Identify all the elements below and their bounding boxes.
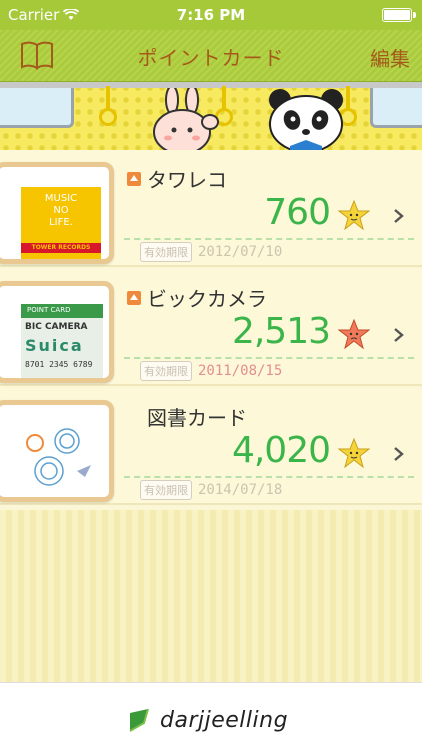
page-title: ポイントカード	[137, 46, 285, 70]
battery-icon	[382, 8, 416, 22]
expiry-info: 有効期限 2012/07/10	[140, 242, 282, 262]
card-name: ビックカメラ	[147, 287, 267, 311]
empty-list-area	[0, 510, 422, 682]
card-points: 4,020	[231, 430, 331, 471]
card-row-tower-records[interactable]: MUSIC NO LIFE. TOWER RECORDS タワレコ 760 有効期限…	[0, 150, 422, 267]
expiry-label: 有効期限	[140, 361, 192, 381]
brand-logo[interactable]: darjjeelling	[126, 707, 288, 733]
footer: darjjeelling	[0, 682, 422, 750]
panda-character-icon	[269, 89, 343, 150]
expiry-info: 有効期限 2011/08/15	[140, 361, 282, 381]
star-icon	[338, 438, 370, 468]
leaf-logo-icon	[129, 708, 149, 732]
chevron-right-icon	[394, 328, 404, 342]
card-thumbnail	[0, 400, 114, 502]
expiry-label: 有効期限	[140, 480, 192, 500]
header-illustration	[0, 82, 422, 150]
card-points: 2,513	[231, 311, 331, 352]
edit-button[interactable]: 編集	[370, 43, 410, 72]
warning-marker-icon	[127, 290, 141, 305]
navigation-bar: ポイントカード 編集	[0, 30, 422, 82]
star-icon	[338, 200, 370, 230]
expiry-info: 有効期限 2014/07/18	[140, 480, 282, 500]
chevron-right-icon	[394, 209, 404, 223]
warning-marker-icon	[127, 171, 141, 186]
card-row-tosho-card[interactable]: 図書カード 4,020 有効期限 2014/07/18	[0, 388, 422, 505]
star-icon	[338, 319, 370, 349]
chevron-right-icon	[394, 447, 404, 461]
expiry-date: 2012/07/10	[198, 244, 283, 260]
card-thumbnail: POINT CARD BIC CAMERA Suica 8701 2345 67…	[0, 281, 114, 383]
card-thumbnail: MUSIC NO LIFE. TOWER RECORDS	[0, 162, 114, 264]
clock: 7:16 PM	[176, 6, 246, 24]
expiry-date: 2014/07/18	[198, 482, 283, 498]
card-list: MUSIC NO LIFE. TOWER RECORDS タワレコ 760 有効期限…	[0, 150, 422, 510]
card-name: タワレコ	[147, 168, 227, 192]
expiry-date: 2011/08/15	[198, 363, 283, 379]
brand-name: darjjeelling	[160, 707, 289, 733]
card-name: 図書カード	[147, 406, 247, 430]
rabbit-character-icon	[153, 88, 219, 150]
status-bar: Carrier 7:16 PM	[0, 0, 422, 30]
card-points: 760	[264, 192, 331, 233]
card-row-bic-camera[interactable]: POINT CARD BIC CAMERA Suica 8701 2345 67…	[0, 269, 422, 386]
expiry-label: 有効期限	[140, 242, 192, 262]
